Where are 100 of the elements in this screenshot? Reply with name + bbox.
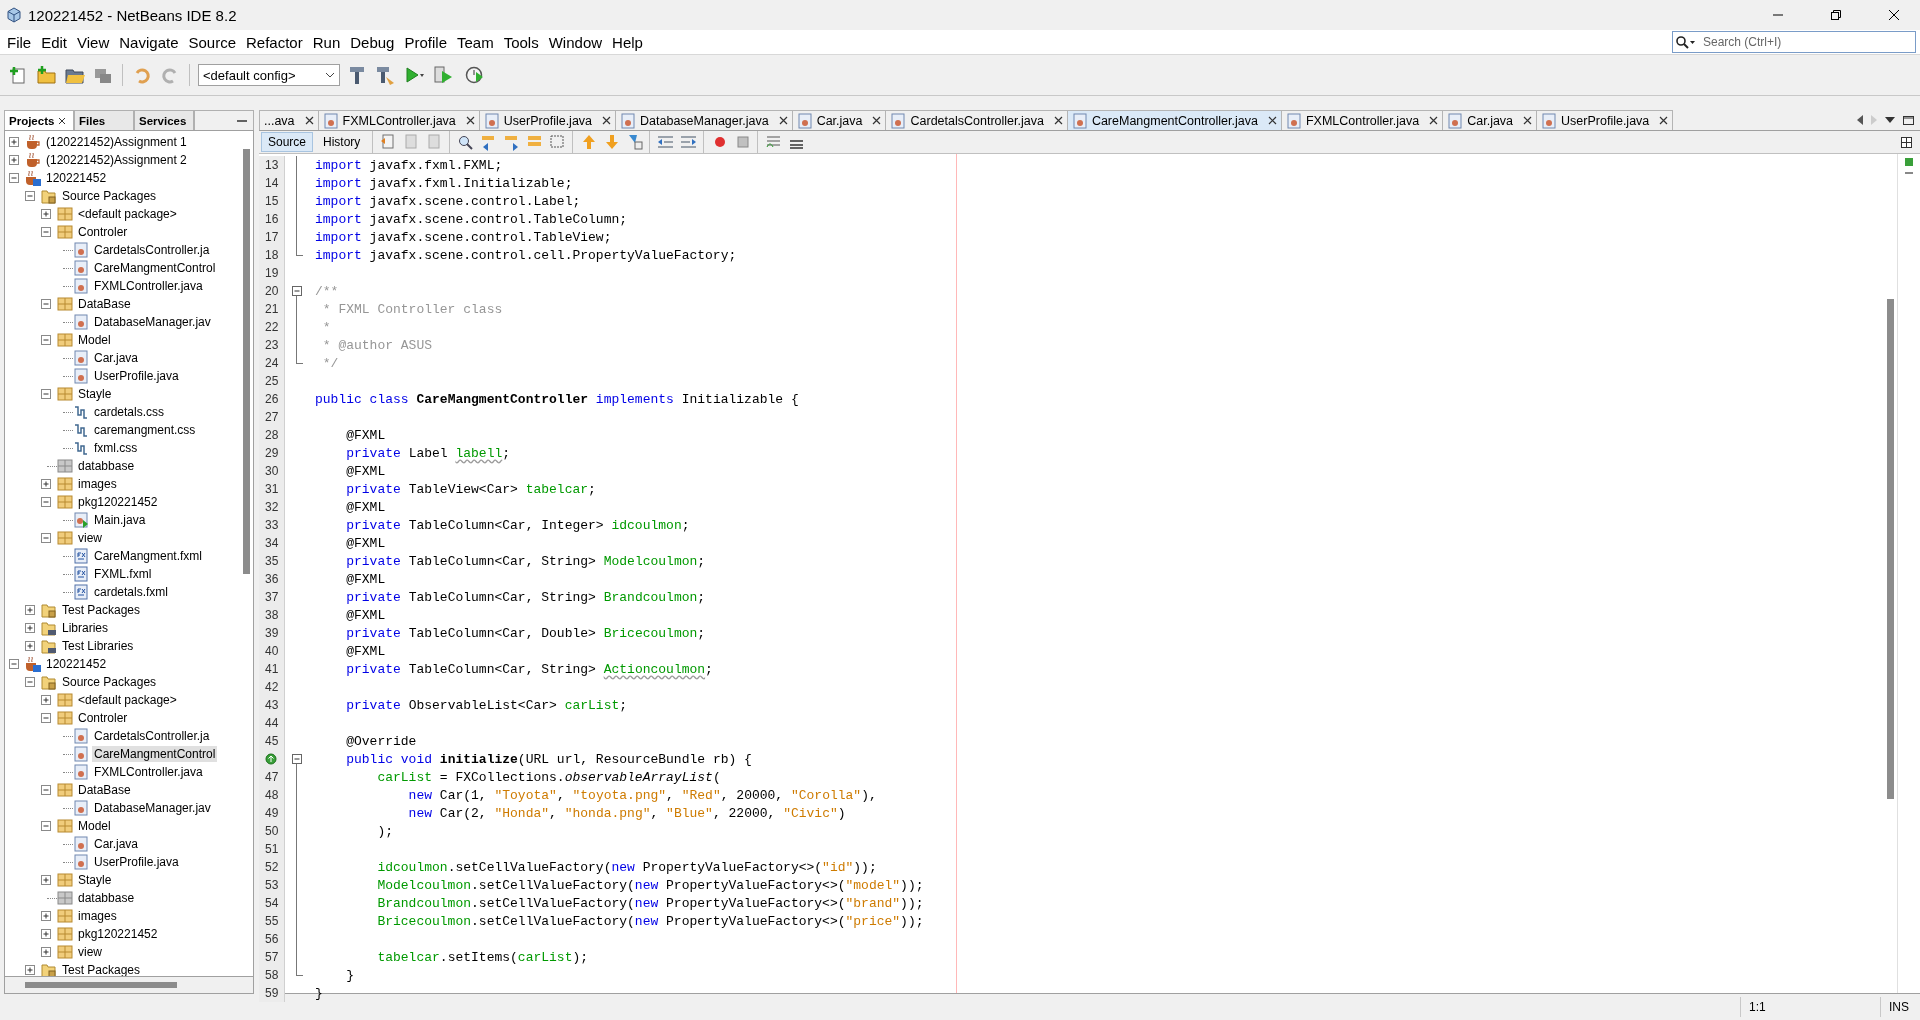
- tree-item[interactable]: <default package>: [76, 692, 179, 708]
- tree-item[interactable]: Main.java: [92, 512, 148, 528]
- tree-item[interactable]: CareMangmentControl: [92, 260, 218, 276]
- close-icon[interactable]: [1523, 116, 1533, 125]
- tree-item[interactable]: databbase: [76, 890, 137, 906]
- split-icon[interactable]: [1901, 136, 1912, 148]
- expand-icon[interactable]: [41, 910, 52, 922]
- menu-item[interactable]: Navigate: [114, 33, 184, 51]
- menu-item[interactable]: Window: [543, 33, 608, 51]
- close-icon[interactable]: [872, 116, 882, 125]
- close-icon[interactable]: [1053, 116, 1063, 125]
- menu-item[interactable]: View: [72, 33, 115, 51]
- close-icon[interactable]: [58, 116, 67, 125]
- menu-item[interactable]: File: [2, 33, 37, 51]
- tree-item[interactable]: view: [76, 530, 104, 546]
- tree-item[interactable]: Test Libraries: [60, 638, 136, 654]
- expand-icon[interactable]: [25, 964, 36, 976]
- collapse-icon[interactable]: [41, 532, 52, 544]
- tree-item[interactable]: Controler: [76, 224, 130, 240]
- search-field[interactable]: Search (Ctrl+I): [1701, 34, 1905, 50]
- tree-item[interactable]: 120221452: [44, 170, 109, 186]
- tree-item[interactable]: cardetals.css: [92, 404, 167, 420]
- tree-item[interactable]: Stayle: [76, 872, 114, 888]
- tree-item[interactable]: (120221452)Assignment 1: [44, 134, 189, 150]
- search-box[interactable]: Search (Ctrl+I): [1672, 31, 1916, 53]
- tree-item[interactable]: caremangment.css: [92, 422, 198, 438]
- tree-item[interactable]: DataBase: [76, 296, 133, 312]
- menu-item[interactable]: Debug: [345, 33, 400, 51]
- tree-item[interactable]: CareMangment.fxml: [92, 548, 205, 564]
- tree-item[interactable]: Model: [76, 332, 113, 348]
- tree-item[interactable]: view: [76, 944, 104, 960]
- collapse-icon[interactable]: [41, 334, 52, 346]
- close-icon[interactable]: [778, 116, 788, 125]
- tree-item[interactable]: cardetals.fxml: [92, 584, 171, 600]
- expand-icon[interactable]: [25, 640, 36, 652]
- file-tab[interactable]: DatabaseManager.java: [615, 110, 793, 130]
- tree-item[interactable]: Controler: [76, 710, 130, 726]
- tree-item[interactable]: DatabaseManager.jav: [92, 314, 213, 330]
- collapse-icon[interactable]: [9, 658, 20, 670]
- view-toggle[interactable]: Source: [261, 132, 314, 152]
- collapse-icon[interactable]: [25, 190, 36, 202]
- collapse-icon[interactable]: [41, 784, 52, 796]
- expand-icon[interactable]: [41, 478, 52, 490]
- file-tab[interactable]: ...ava: [259, 110, 319, 130]
- maximize-icon[interactable]: [1903, 115, 1914, 125]
- tree-item[interactable]: Car.java: [92, 836, 141, 852]
- collapse-icon[interactable]: [41, 712, 52, 724]
- tree-item[interactable]: fxml.css: [92, 440, 140, 456]
- menu-item[interactable]: Edit: [36, 33, 73, 51]
- tree-item[interactable]: Test Packages: [60, 602, 143, 618]
- tree-item[interactable]: images: [76, 908, 119, 924]
- minimize-icon[interactable]: [237, 118, 247, 123]
- tree-item[interactable]: CareMangmentControl: [92, 746, 218, 762]
- override-icon[interactable]: [265, 753, 277, 765]
- expand-icon[interactable]: [41, 694, 52, 706]
- menu-item[interactable]: Run: [307, 33, 346, 51]
- tree-item[interactable]: Source Packages: [60, 674, 159, 690]
- expand-icon[interactable]: [41, 928, 52, 940]
- close-icon[interactable]: [465, 116, 475, 125]
- menu-item[interactable]: Source: [183, 33, 241, 51]
- tree-item[interactable]: UserProfile.java: [92, 854, 181, 870]
- expand-icon[interactable]: [41, 946, 52, 958]
- tree-item[interactable]: images: [76, 476, 119, 492]
- scrollbar[interactable]: [4, 977, 254, 994]
- collapse-icon[interactable]: [41, 298, 52, 310]
- view-toggle[interactable]: History: [316, 132, 368, 152]
- tree-item[interactable]: databbase: [76, 458, 137, 474]
- new-folder-icon[interactable]: [36, 63, 58, 87]
- close-icon[interactable]: [1267, 116, 1277, 125]
- caret-icon[interactable]: [1885, 117, 1895, 123]
- tree-item[interactable]: 120221452: [44, 656, 109, 672]
- file-tab[interactable]: UserProfile.java: [478, 110, 617, 130]
- tree-item[interactable]: FXMLController.java: [92, 764, 205, 780]
- menu-item[interactable]: Team: [452, 33, 499, 51]
- close-icon[interactable]: [304, 116, 314, 125]
- collapse-icon[interactable]: [292, 286, 303, 297]
- panel-tab[interactable]: Services: [134, 110, 194, 130]
- expand-icon[interactable]: [9, 154, 20, 166]
- tree-item[interactable]: CardetalsController.ja: [92, 728, 212, 744]
- left-arrow-icon[interactable]: [1857, 115, 1863, 125]
- panel-tab[interactable]: Files: [74, 110, 134, 130]
- expand-icon[interactable]: [25, 604, 36, 616]
- tree-item[interactable]: FXMLController.java: [92, 278, 205, 294]
- file-tab[interactable]: UserProfile.java: [1536, 110, 1674, 130]
- menu-item[interactable]: Profile: [399, 33, 452, 51]
- tree-item[interactable]: Stayle: [76, 386, 114, 402]
- tree-item[interactable]: DatabaseManager.jav: [92, 800, 213, 816]
- tree-item[interactable]: pkg120221452: [76, 926, 160, 942]
- tree-item[interactable]: pkg120221452: [76, 494, 160, 510]
- file-tab[interactable]: FXMLController.java: [317, 110, 480, 130]
- tree-item[interactable]: (120221452)Assignment 2: [44, 152, 189, 168]
- expand-icon[interactable]: [9, 136, 20, 148]
- tree-item[interactable]: Test Packages: [60, 962, 143, 976]
- expand-icon[interactable]: [41, 208, 52, 220]
- tree-item[interactable]: Car.java: [92, 350, 141, 366]
- config-dropdown[interactable]: <default config>: [198, 64, 340, 86]
- menu-item[interactable]: Refactor: [241, 33, 308, 51]
- tree-item[interactable]: Libraries: [60, 620, 111, 636]
- collapse-icon[interactable]: [292, 754, 303, 765]
- close-icon[interactable]: [602, 116, 612, 125]
